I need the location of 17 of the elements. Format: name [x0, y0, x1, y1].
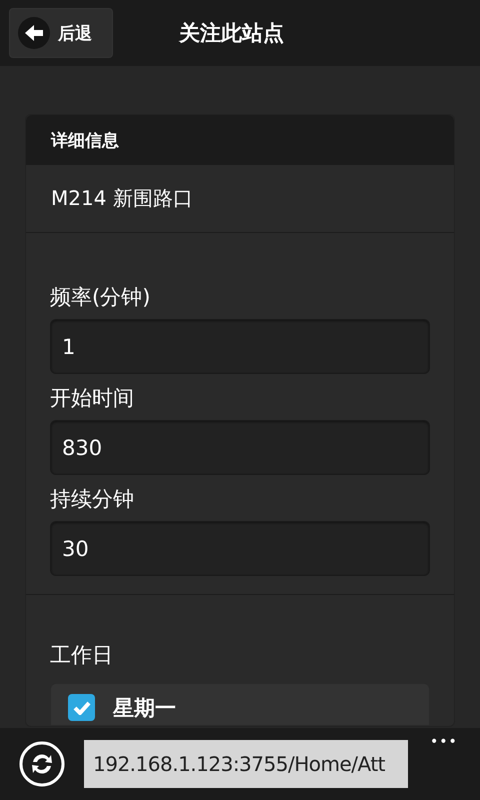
- back-button[interactable]: 后退: [9, 8, 113, 58]
- station-name: M214 新围路口: [26, 165, 454, 233]
- address-field[interactable]: 192.168.1.123:3755/Home/Att: [84, 740, 408, 788]
- more-menu-button[interactable]: •••: [430, 734, 458, 750]
- input-field[interactable]: 830: [50, 420, 430, 475]
- checkbox-item[interactable]: 星期一: [50, 683, 430, 726]
- page-title: 关注此站点: [179, 20, 284, 47]
- field-label: 持续分钟: [50, 486, 135, 513]
- field-label: 工作日: [50, 642, 114, 669]
- card-header: 详细信息: [26, 115, 454, 165]
- input-field[interactable]: 1: [50, 319, 430, 374]
- input-field[interactable]: 30: [50, 521, 430, 576]
- field-label: 开始时间: [50, 385, 135, 412]
- refresh-icon[interactable]: [18, 740, 66, 788]
- checkbox[interactable]: [68, 694, 95, 721]
- check-icon: [72, 700, 90, 714]
- field-label: 频率(分钟): [50, 284, 152, 311]
